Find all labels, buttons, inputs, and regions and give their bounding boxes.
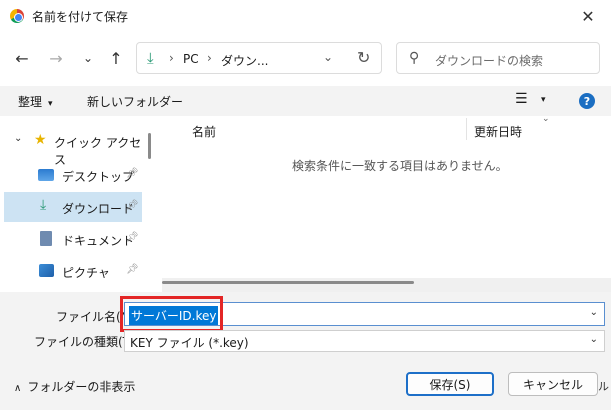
- title-bar: 名前を付けて保存 ✕: [0, 0, 611, 32]
- sidebar-item-label: ドキュメント: [62, 234, 135, 248]
- sidebar-item-quick-access[interactable]: ⌄ ★ クイック アクセス: [4, 126, 142, 167]
- breadcrumb-pc[interactable]: PC: [183, 52, 199, 66]
- navigation-pane: ⌄ ★ クイック アクセス デスクトップ 📌︎ ⤓ ダウンロード 📌︎ ドキュメ…: [0, 118, 150, 292]
- column-header-name[interactable]: 名前: [192, 123, 216, 140]
- chevron-down-icon[interactable]: ⌄: [590, 307, 598, 318]
- download-icon: ⤓: [40, 197, 47, 213]
- search-icon: ⚲: [409, 50, 420, 66]
- caret-down-icon: ▾: [48, 99, 53, 109]
- arrow-right-icon: →: [49, 48, 63, 68]
- column-divider[interactable]: [466, 118, 467, 140]
- file-list: 名前 更新日時 ⌄ 検索条件に一致する項目はありません。: [158, 114, 611, 292]
- chevron-up-icon: ∧: [14, 383, 22, 394]
- sidebar-item-downloads[interactable]: ⤓ ダウンロード 📌︎: [4, 192, 142, 222]
- search-input[interactable]: ⚲ ダウンロードの検索: [396, 42, 600, 74]
- organize-label: 整理: [18, 95, 43, 109]
- forward-button[interactable]: →: [44, 46, 68, 70]
- view-options-icon[interactable]: ☰: [515, 91, 528, 107]
- sidebar-scrollbar[interactable]: [148, 133, 151, 159]
- document-icon: [40, 231, 52, 246]
- filetype-select[interactable]: KEY ファイル (*.key) ⌄: [124, 330, 605, 352]
- sidebar-item-label: デスクトップ: [62, 170, 135, 184]
- window-title: 名前を付けて保存: [32, 10, 129, 24]
- back-button[interactable]: ←: [10, 46, 34, 70]
- filetype-value: KEY ファイル (*.key): [130, 336, 249, 350]
- horizontal-scrollbar[interactable]: [162, 278, 611, 292]
- breadcrumb-separator-icon[interactable]: ›: [207, 51, 212, 65]
- column-header-date[interactable]: 更新日時: [474, 123, 522, 140]
- save-button[interactable]: 保存(S): [406, 372, 494, 396]
- desktop-icon: [38, 169, 54, 181]
- organize-button[interactable]: 整理 ▾: [18, 93, 53, 110]
- navigation-bar: ← → ⌄ ↑ ⤓ › PC › ダウン... ⌄ ↻ ⚲ ダウンロードの検索: [0, 36, 611, 80]
- close-icon: ✕: [581, 6, 595, 26]
- new-folder-button[interactable]: 新しいフォルダー: [87, 93, 183, 110]
- hide-folders-label: フォルダーの非表示: [27, 380, 136, 394]
- pin-icon: 📌︎: [126, 264, 139, 275]
- sidebar-item-label: ダウンロード: [62, 202, 135, 216]
- breadcrumb-downloads[interactable]: ダウン...: [221, 52, 268, 69]
- chrome-icon: [10, 9, 24, 23]
- address-bar[interactable]: ⤓ › PC › ダウン... ⌄ ↻: [136, 42, 382, 74]
- command-bar: 整理 ▾ 新しいフォルダー ☰ ▾ ?: [0, 86, 611, 116]
- empty-message: 検索条件に一致する項目はありません。: [292, 159, 508, 173]
- star-icon: ★: [34, 132, 47, 148]
- pin-icon: 📌︎: [126, 232, 139, 243]
- breadcrumb-separator-icon: ›: [169, 51, 174, 65]
- sort-caret-icon: ⌄: [542, 114, 550, 124]
- hide-folders-button[interactable]: ∧ フォルダーの非表示: [14, 378, 135, 395]
- close-button[interactable]: ✕: [565, 0, 611, 32]
- help-icon[interactable]: ?: [579, 93, 595, 109]
- recent-locations-button[interactable]: ⌄: [76, 46, 100, 70]
- sidebar-item-desktop[interactable]: デスクトップ 📌︎: [4, 160, 142, 190]
- search-placeholder: ダウンロードの検索: [435, 54, 544, 68]
- arrow-up-icon: ↑: [109, 48, 123, 68]
- scrollbar-thumb[interactable]: [162, 281, 414, 284]
- caret-down-icon[interactable]: ▾: [541, 95, 546, 105]
- save-form: ファイル名(N): サーバーID.key ⌄ ファイルの種類(T): KEY フ…: [0, 292, 611, 410]
- cancel-tail-text: ル: [598, 380, 609, 393]
- cancel-button[interactable]: キャンセル: [508, 372, 598, 396]
- sidebar-item-documents[interactable]: ドキュメント 📌︎: [4, 224, 142, 254]
- chevron-down-icon: ⌄: [82, 51, 94, 65]
- annotation-highlight-box: [120, 296, 223, 332]
- picture-icon: [39, 264, 54, 277]
- pin-icon: 📌︎: [126, 168, 139, 179]
- pin-icon: 📌︎: [126, 200, 139, 211]
- download-icon: ⤓: [147, 49, 154, 67]
- sidebar-item-label: ピクチャ: [62, 266, 110, 280]
- arrow-left-icon: ←: [15, 48, 29, 68]
- address-dropdown-icon[interactable]: ⌄: [323, 50, 333, 64]
- up-button[interactable]: ↑: [104, 46, 128, 70]
- chevron-down-icon[interactable]: ⌄: [590, 334, 598, 345]
- sidebar-item-pictures[interactable]: ピクチャ 📌︎: [4, 256, 142, 286]
- chevron-down-icon[interactable]: ⌄: [14, 133, 22, 144]
- refresh-icon[interactable]: ↻: [357, 48, 370, 67]
